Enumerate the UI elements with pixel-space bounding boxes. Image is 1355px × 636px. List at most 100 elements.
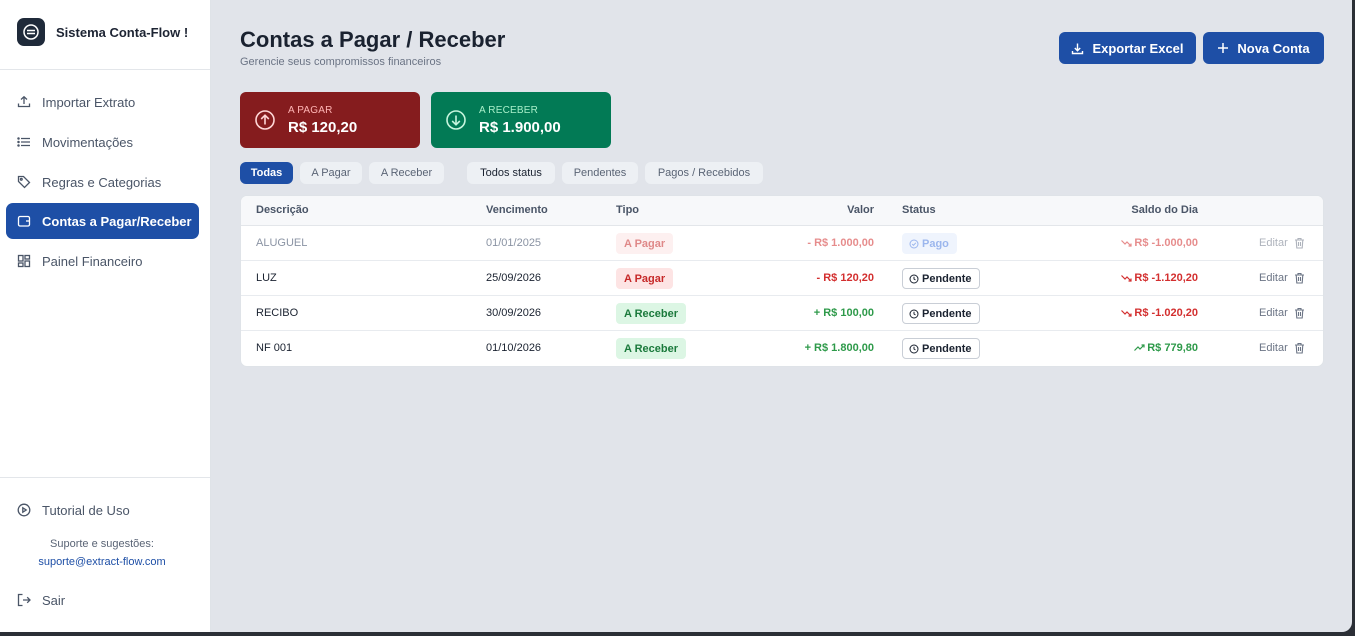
sidebar-item-importar-extrato[interactable]: Importar Extrato [6,84,199,120]
trash-icon[interactable] [1294,342,1305,354]
sidebar-item-label: Painel Financeiro [42,253,143,269]
sidebar-item-movimentacoes[interactable]: Movimentações [6,124,199,160]
row-descricao: ALUGUEL [256,237,308,249]
summary-card-receber: A RECEBER R$ 1.900,00 [431,92,611,148]
trending-down-icon [1121,240,1132,247]
page-title: Contas a Pagar / Receber [240,27,506,52]
status-badge: Pendente [902,268,980,289]
filter-pendentes[interactable]: Pendentes [562,162,638,184]
page-subtitle: Gerencie seus compromissos financeiros [240,56,442,68]
sidebar-item-contas[interactable]: Contas a Pagar/Receber [6,203,199,239]
new-account-label: Nova Conta [1237,40,1310,56]
column-header-tipo[interactable]: Tipo [616,204,639,216]
filter-a-receber[interactable]: A Receber [369,162,444,184]
row-actions: Editar [1259,342,1305,354]
row-saldo: R$ -1.000,00 [1121,237,1198,249]
wallet-icon [17,215,31,227]
app-window: Sistema Conta-Flow ! Importar Extrato Mo… [0,0,1352,632]
sidebar-item-regras-categorias[interactable]: Regras e Categorias [6,164,199,200]
row-vencimento: 30/09/2026 [486,307,542,319]
trash-icon[interactable] [1294,272,1305,284]
table-row[interactable]: ALUGUEL 01/01/2025 A Pagar - R$ 1.000,00… [241,226,1323,261]
filter-todas[interactable]: Todas [240,162,293,184]
sidebar-item-label: Movimentações [42,134,134,150]
row-actions: Editar [1259,272,1305,284]
filter-todos-status[interactable]: Todos status [467,162,555,184]
trending-up-icon [1134,344,1145,351]
export-excel-button[interactable]: Exportar Excel [1059,32,1196,64]
download-icon [1072,43,1084,54]
column-header-vencimento[interactable]: Vencimento [486,204,548,216]
status-label: Pendente [922,342,972,355]
summary-receber-label: A RECEBER [479,104,539,116]
table-row[interactable]: RECIBO 30/09/2026 A Receber + R$ 100,00 … [241,296,1323,331]
logo-icon [17,18,45,46]
edit-button[interactable]: Editar [1259,342,1288,354]
support-label: Suporte e sugestões: [50,538,154,550]
arrow-down-circle-icon [446,110,466,130]
column-header-descricao[interactable]: Descrição [256,204,309,216]
new-account-button[interactable]: Nova Conta [1203,32,1324,64]
play-circle-icon [17,503,31,517]
accounts-table: Descrição Vencimento Tipo Valor Status S… [240,195,1324,367]
filter-a-pagar[interactable]: A Pagar [300,162,362,184]
summary-pagar-label: A PAGAR [288,104,333,116]
column-header-saldo[interactable]: Saldo do Dia [1131,204,1198,216]
row-descricao: RECIBO [256,307,299,319]
status-badge: Pago [902,233,957,254]
tutorial-link[interactable]: Tutorial de Uso [6,492,199,528]
trash-icon[interactable] [1294,237,1305,249]
row-actions: Editar [1259,237,1305,249]
export-excel-label: Exportar Excel [1092,40,1184,56]
tag-icon [17,175,31,189]
trash-icon[interactable] [1294,307,1305,319]
tutorial-label: Tutorial de Uso [42,502,130,518]
clock-icon [909,274,919,283]
saldo-value: R$ -1.120,20 [1134,272,1198,284]
filter-pagos-recebidos[interactable]: Pagos / Recebidos [645,162,763,184]
sidebar-item-label: Regras e Categorias [42,174,162,190]
sidebar: Sistema Conta-Flow ! Importar Extrato Mo… [0,0,211,632]
row-saldo: R$ -1.120,20 [1121,272,1198,284]
summary-card-pagar: A PAGAR R$ 120,20 [240,92,420,148]
type-badge: A Receber [616,303,687,324]
edit-button[interactable]: Editar [1259,237,1288,249]
row-saldo: R$ -1.020,20 [1121,307,1198,319]
row-valor: + R$ 1.800,00 [804,342,874,354]
status-badge: Pendente [902,303,980,324]
table-row[interactable]: NF 001 01/10/2026 A Receber + R$ 1.800,0… [241,331,1323,366]
plus-icon [1218,43,1229,53]
row-valor: - R$ 1.000,00 [807,237,874,249]
saldo-value: R$ 779,80 [1147,342,1198,354]
row-valor: + R$ 100,00 [813,307,874,319]
status-label: Pendente [922,307,972,320]
support-email-link[interactable]: suporte@extract-flow.com [0,556,204,568]
trending-down-icon [1121,310,1132,317]
row-vencimento: 25/09/2026 [486,272,542,284]
summary-pagar-value: R$ 120,20 [288,118,358,136]
column-header-status[interactable]: Status [902,204,936,216]
logout-button[interactable]: Sair [6,582,199,618]
table-row[interactable]: LUZ 25/09/2026 A Pagar - R$ 120,20 Pende… [241,261,1323,296]
logout-icon [17,593,31,607]
brand[interactable]: Sistema Conta-Flow ! [17,18,188,46]
check-circle-icon [909,239,919,248]
trending-down-icon [1121,275,1132,282]
logout-label: Sair [42,592,66,608]
type-badge: A Pagar [616,268,674,289]
summary-receber-value: R$ 1.900,00 [479,118,561,136]
sidebar-item-painel-financeiro[interactable]: Painel Financeiro [6,243,199,279]
sidebar-item-label: Contas a Pagar/Receber [42,213,192,229]
sidebar-item-label: Importar Extrato [42,94,136,110]
upload-icon [17,95,31,108]
arrow-up-circle-icon [255,110,275,130]
row-saldo: R$ 779,80 [1134,342,1198,354]
edit-button[interactable]: Editar [1259,307,1288,319]
column-header-valor[interactable]: Valor [847,204,874,216]
row-actions: Editar [1259,307,1305,319]
sidebar-divider [0,477,210,478]
row-valor: - R$ 120,20 [816,272,874,284]
app-title: Sistema Conta-Flow ! [56,24,189,40]
edit-button[interactable]: Editar [1259,272,1288,284]
sidebar-divider [0,69,210,70]
